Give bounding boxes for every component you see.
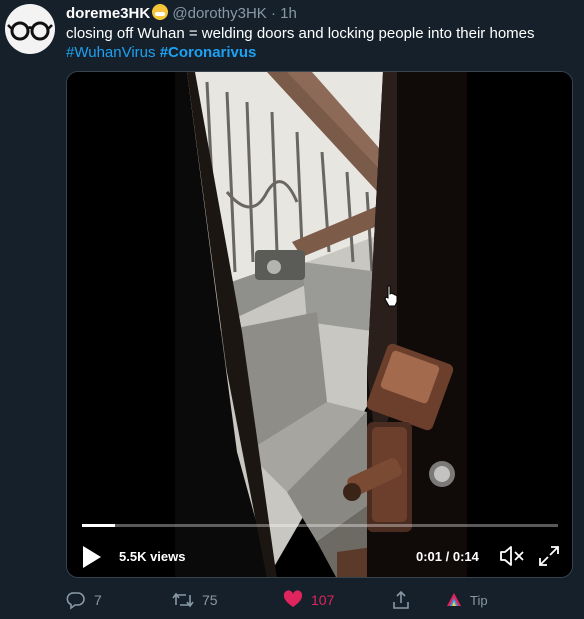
timestamp[interactable]: 1h bbox=[280, 5, 297, 22]
tip-label: Tip bbox=[470, 592, 488, 608]
retweet-button[interactable]: 75 bbox=[172, 590, 218, 610]
tweet-body: closing off Wuhan = welding doors and lo… bbox=[66, 25, 535, 42]
retweet-count: 75 bbox=[202, 592, 218, 608]
play-button[interactable] bbox=[81, 544, 103, 570]
author-name[interactable]: doreme3HK bbox=[66, 5, 150, 22]
fullscreen-button[interactable] bbox=[538, 545, 560, 567]
progress-bar[interactable] bbox=[82, 524, 558, 527]
like-button[interactable]: 107 bbox=[283, 590, 334, 610]
hashtag-line: #WuhanVirus #Coronarivus bbox=[66, 43, 576, 62]
mute-button[interactable] bbox=[499, 545, 525, 567]
tweet-header: doreme3HK @dorothy3HK · 1h bbox=[66, 4, 297, 23]
view-count: 5.5K views bbox=[119, 549, 186, 564]
share-button[interactable] bbox=[391, 590, 411, 610]
progress-fill bbox=[82, 524, 116, 527]
author-handle[interactable]: @dorothy3HK bbox=[172, 5, 266, 22]
video-player[interactable]: 5.5K views 0:01 / 0:14 bbox=[66, 71, 573, 578]
share-icon bbox=[393, 590, 409, 609]
play-icon bbox=[83, 546, 101, 568]
fullscreen-icon bbox=[539, 546, 559, 566]
hashtag-coronarivus[interactable]: #Coronarivus bbox=[160, 44, 257, 61]
time-display: 0:01 / 0:14 bbox=[416, 549, 479, 564]
avatar[interactable] bbox=[5, 4, 55, 54]
video-frame bbox=[67, 72, 572, 577]
reply-count: 7 bbox=[94, 592, 102, 608]
glasses-avatar-icon bbox=[7, 21, 53, 41]
separator: · bbox=[271, 5, 276, 22]
mute-icon bbox=[500, 546, 524, 566]
tweet-actions: 7 75 107 Tip bbox=[66, 590, 576, 612]
retweet-icon bbox=[172, 592, 194, 608]
tip-button[interactable]: Tip bbox=[446, 590, 488, 610]
reply-icon bbox=[66, 592, 85, 610]
mask-emoji-icon bbox=[152, 4, 169, 20]
reply-button[interactable]: 7 bbox=[66, 590, 102, 610]
cursor-icon bbox=[384, 285, 398, 307]
tip-icon bbox=[447, 593, 461, 606]
tweet-text: closing off Wuhan = welding doors and lo… bbox=[66, 24, 576, 62]
heart-icon bbox=[283, 590, 303, 607]
hashtag-wuhanvirus[interactable]: #WuhanVirus bbox=[66, 44, 156, 61]
like-count: 107 bbox=[311, 592, 335, 608]
